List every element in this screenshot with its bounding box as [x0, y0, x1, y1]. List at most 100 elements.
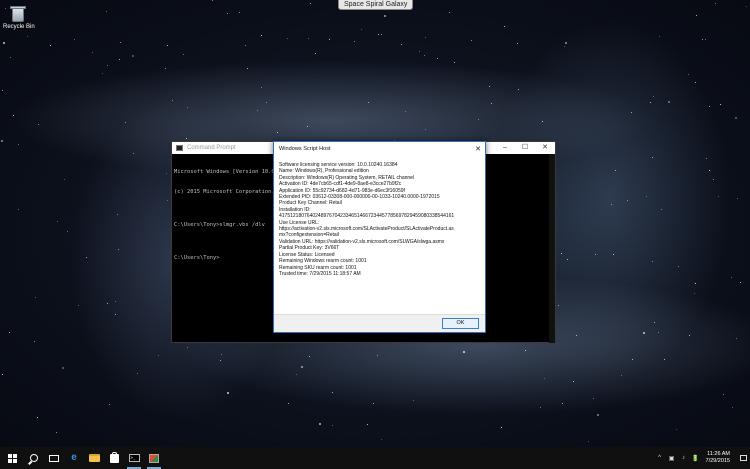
star: [18, 209, 19, 210]
star: [56, 432, 57, 433]
search-icon: [30, 454, 38, 462]
clock-date: 7/29/2015: [705, 458, 730, 464]
script-host-icon: [149, 453, 159, 463]
star: [735, 117, 737, 119]
task-view-button[interactable]: [44, 447, 64, 469]
star: [9, 332, 10, 333]
volume-icon[interactable]: ♪: [678, 447, 690, 469]
taskbar-edge[interactable]: e: [64, 447, 84, 469]
star: [35, 297, 36, 298]
star: [3, 42, 5, 44]
star: [287, 38, 288, 39]
star: [18, 144, 19, 145]
star: [676, 429, 677, 430]
star: [296, 374, 297, 375]
wallpaper-tooltip: Space Spiral Galaxy: [338, 0, 414, 10]
star: [261, 87, 262, 88]
star: [187, 347, 188, 348]
windows-logo-icon: [7, 453, 17, 463]
star: [186, 138, 187, 139]
star: [732, 407, 733, 408]
star: [746, 6, 747, 7]
star: [373, 403, 374, 404]
star: [329, 39, 330, 40]
star: [309, 356, 310, 357]
star: [239, 12, 240, 13]
star: [449, 12, 450, 13]
star: [678, 266, 679, 267]
cmd-close-button[interactable]: ✕: [535, 142, 555, 154]
ok-button[interactable]: OK: [442, 318, 479, 329]
cmd-scrollbar[interactable]: [549, 154, 555, 343]
star: [125, 122, 126, 123]
star: [315, 53, 316, 54]
star: [558, 305, 559, 306]
wsh-close-button[interactable]: ✕: [471, 145, 485, 153]
cmd-maximize-button[interactable]: ☐: [515, 142, 535, 154]
recycle-bin-label: Recycle Bin: [3, 24, 35, 30]
notification-icon: [739, 455, 747, 461]
star: [37, 417, 38, 418]
taskbar-store[interactable]: [104, 447, 124, 469]
star: [361, 29, 362, 30]
star: [67, 231, 68, 232]
star: [57, 221, 58, 222]
star: [384, 15, 386, 17]
clock-time: 11:26 AM: [707, 451, 730, 457]
star: [593, 398, 594, 399]
wsh-line: Trusted time: 7/29/2015 11:18:57 AM: [279, 270, 361, 277]
star: [736, 338, 737, 339]
star: [381, 34, 382, 35]
wsh-title: Windows Script Host: [279, 146, 331, 152]
star: [78, 305, 79, 306]
star: [38, 124, 39, 125]
start-button[interactable]: [0, 447, 24, 469]
windows-script-host-dialog[interactable]: Windows Script Host ✕ Software licensing…: [273, 141, 486, 333]
star: [613, 254, 614, 255]
star: [137, 373, 138, 374]
battery-icon[interactable]: 🔋: [690, 447, 702, 469]
star: [632, 359, 633, 360]
search-button[interactable]: [24, 447, 44, 469]
star: [50, 45, 51, 46]
star: [2, 374, 3, 375]
star: [723, 394, 724, 395]
recycle-bin-shortcut[interactable]: Recycle Bin: [3, 4, 35, 30]
cmd-minimize-button[interactable]: –: [495, 142, 515, 154]
star: [261, 35, 262, 36]
wsh-titlebar[interactable]: Windows Script Host ✕: [274, 142, 485, 156]
recycle-bin-icon: [10, 4, 26, 22]
network-icon[interactable]: ▣: [666, 447, 678, 469]
taskbar-script-host[interactable]: [144, 447, 164, 469]
star: [2, 90, 3, 91]
star: [668, 101, 670, 103]
star: [588, 441, 589, 442]
star: [652, 157, 653, 158]
taskbar-command-prompt[interactable]: >_: [124, 447, 144, 469]
star: [167, 45, 168, 46]
star: [650, 102, 651, 103]
clock[interactable]: 11:26 AM 7/29/2015: [702, 451, 736, 465]
star: [564, 46, 565, 47]
action-center-button[interactable]: [736, 447, 750, 469]
show-hidden-icons-button[interactable]: ^: [654, 447, 666, 469]
star: [367, 424, 368, 425]
star: [542, 121, 543, 122]
star: [227, 392, 229, 394]
star: [115, 314, 116, 315]
star: [664, 359, 665, 360]
star: [525, 350, 526, 351]
star: [109, 404, 110, 405]
star: [425, 129, 426, 130]
star: [694, 293, 695, 294]
star: [310, 3, 311, 4]
star: [227, 13, 228, 14]
wsh-message: Software licensing service version: 10.0…: [274, 156, 485, 316]
star: [368, 102, 369, 103]
cmd-app-icon: [176, 145, 183, 151]
taskbar-file-explorer[interactable]: [84, 447, 104, 469]
star: [266, 102, 267, 103]
star: [115, 301, 116, 302]
star: [689, 335, 690, 336]
star: [419, 51, 420, 52]
